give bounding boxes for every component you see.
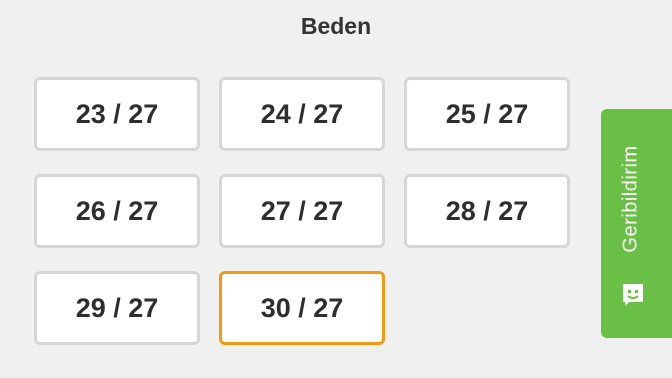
size-selector-page: Beden 23 / 27 24 / 27 25 / 27 26 / 27 27…: [0, 0, 672, 378]
size-option-button[interactable]: 23 / 27: [34, 77, 200, 151]
size-section-title: Beden: [300, 13, 372, 39]
size-option-button[interactable]: 28 / 27: [404, 174, 570, 248]
size-option-button[interactable]: 24 / 27: [219, 77, 385, 151]
size-option-button[interactable]: 27 / 27: [219, 174, 385, 248]
size-option-button[interactable]: 25 / 27: [404, 77, 570, 151]
chat-face-icon: [623, 284, 643, 306]
feedback-tab[interactable]: Geribildirim: [601, 109, 672, 338]
size-option-button[interactable]: 29 / 27: [34, 271, 200, 345]
size-option-button-selected[interactable]: 30 / 27: [219, 271, 385, 345]
size-option-button[interactable]: 26 / 27: [34, 174, 200, 248]
feedback-label: Geribildirim: [619, 145, 642, 253]
